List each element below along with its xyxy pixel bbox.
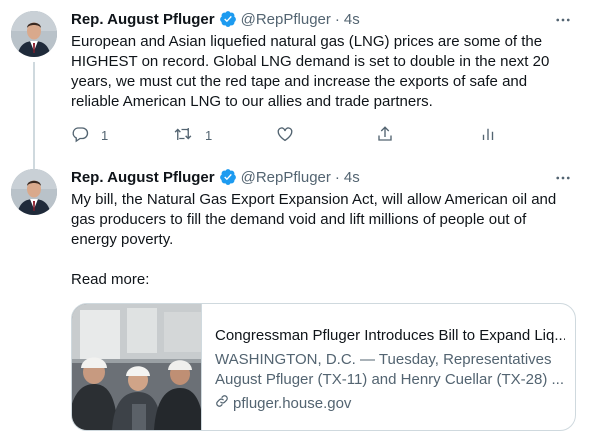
retweet-button[interactable]: 1 (173, 123, 212, 147)
separator-dot: · (334, 10, 340, 28)
reply-count: 1 (101, 127, 109, 143)
tweet[interactable]: Rep. August Pfluger @RepPfluger · 4s Eur… (0, 0, 589, 170)
share-button[interactable] (376, 123, 394, 147)
author-name[interactable]: Rep. August Pfluger (71, 169, 215, 186)
author-handle[interactable]: @RepPfluger (241, 11, 331, 28)
tweet-text: European and Asian liquefied natural gas… (71, 33, 550, 110)
tweet-text: My bill, the Natural Gas Export Expansio… (71, 191, 557, 288)
avatar[interactable] (11, 169, 57, 215)
reply-icon (71, 125, 89, 146)
link-icon (215, 394, 233, 414)
tweet[interactable]: Rep. August Pfluger @RepPfluger · 4s My … (0, 160, 589, 439)
verified-badge-icon (219, 168, 237, 186)
reply-button[interactable]: 1 (71, 123, 108, 147)
analytics-icon (479, 125, 497, 146)
like-button[interactable] (276, 123, 294, 147)
tweet-header: Rep. August Pfluger @RepPfluger · 4s (71, 167, 360, 187)
like-icon (276, 125, 294, 146)
author-handle[interactable]: @RepPfluger (241, 169, 331, 186)
verified-badge-icon (219, 10, 237, 28)
link-card-description: WASHINGTON, D.C. — Tuesday, Representati… (215, 351, 565, 388)
share-icon (376, 125, 394, 146)
analytics-button[interactable] (479, 123, 497, 147)
retweet-count: 1 (205, 127, 213, 143)
link-card-body: Congressman Pfluger Introduces Bill to E… (215, 326, 565, 414)
tweet-actions: 1 1 (71, 123, 501, 147)
more-icon[interactable] (553, 10, 573, 30)
link-card-title: Congressman Pfluger Introduces Bill to E… (215, 327, 565, 344)
author-name[interactable]: Rep. August Pfluger (71, 11, 215, 28)
thread-connector (33, 62, 35, 170)
link-card-domain-text: pfluger.house.gov (233, 395, 352, 412)
separator-dot: · (334, 168, 340, 186)
link-card[interactable]: Congressman Pfluger Introduces Bill to E… (71, 303, 576, 431)
link-card-image (72, 304, 202, 430)
retweet-icon (173, 125, 193, 146)
avatar[interactable] (11, 11, 57, 57)
timestamp[interactable]: 4s (344, 169, 360, 186)
tweet-header: Rep. August Pfluger @RepPfluger · 4s (71, 9, 360, 29)
timestamp[interactable]: 4s (344, 11, 360, 28)
more-icon[interactable] (553, 168, 573, 188)
link-card-domain: pfluger.house.gov (215, 394, 565, 414)
